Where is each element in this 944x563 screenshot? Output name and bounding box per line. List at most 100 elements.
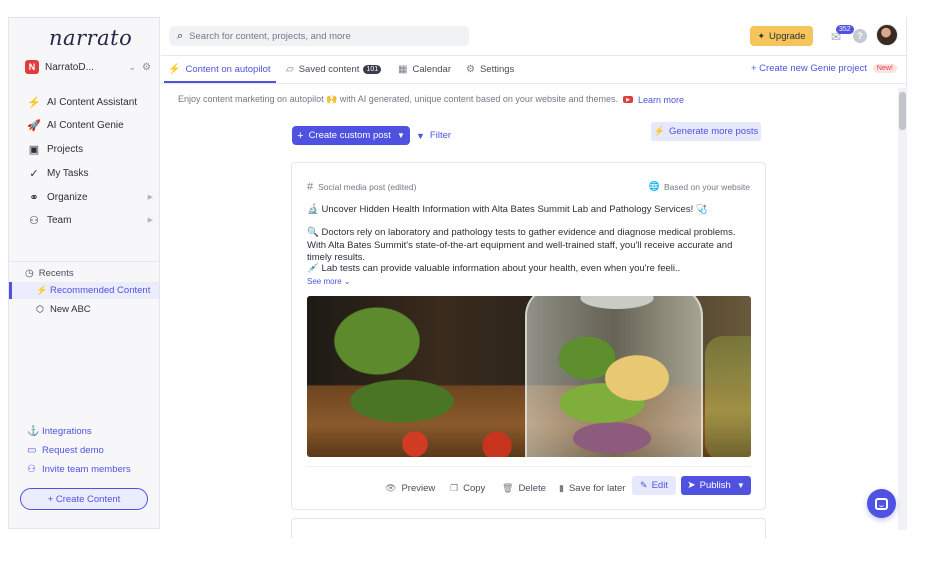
cube-icon: ⬡ bbox=[36, 304, 44, 314]
copy-button[interactable]: ❐ Copy bbox=[450, 480, 485, 496]
avatar[interactable] bbox=[876, 24, 898, 46]
sidebar-item-ai-content-genie[interactable]: 🚀 AI Content Genie bbox=[27, 118, 157, 132]
tab-calendar[interactable]: ▦ Calendar bbox=[398, 62, 451, 76]
folder-icon: ▱ bbox=[286, 63, 294, 75]
tabs-divider bbox=[161, 83, 907, 84]
bookmark-icon: ▮ bbox=[559, 482, 564, 493]
chevron-right-icon: ▶ bbox=[147, 217, 153, 224]
monitor-icon: ▭ bbox=[27, 445, 37, 456]
filter-button[interactable]: ▼ Filter bbox=[416, 130, 451, 141]
autopilot-tagline: Enjoy content marketing on autopilot 🙌 w… bbox=[178, 94, 684, 105]
create-content-button[interactable]: + Create Content bbox=[20, 488, 148, 510]
sidebar-item-ai-content-assistant[interactable]: ⚡ AI Content Assistant bbox=[27, 95, 157, 109]
scrollbar-thumb[interactable] bbox=[899, 92, 906, 130]
upgrade-label: Upgrade bbox=[769, 30, 806, 42]
header-divider bbox=[161, 55, 907, 56]
publish-label: Publish bbox=[699, 480, 731, 491]
post-line-1: 🔬 Uncover Hidden Health Information with… bbox=[307, 204, 708, 215]
upgrade-button[interactable]: ✦ Upgrade bbox=[750, 26, 813, 46]
invite-team-label: Invite team members bbox=[42, 464, 131, 475]
team-icon: ⚇ bbox=[29, 214, 39, 227]
chevron-down-icon: ▼ bbox=[736, 481, 745, 490]
workspace-name: NarratoD... bbox=[45, 61, 94, 73]
search-input[interactable] bbox=[189, 30, 450, 42]
sidebar-item-label: Organize bbox=[47, 191, 88, 203]
preview-button[interactable]: 👁 Preview bbox=[385, 480, 435, 496]
clock-icon: ◷ bbox=[25, 268, 34, 279]
post-source-label: Based on your website bbox=[664, 181, 750, 192]
oil-bottle-shape bbox=[705, 336, 751, 457]
sidebar-item-projects[interactable]: ▣ Projects bbox=[27, 142, 157, 156]
tab-label: Saved content bbox=[298, 63, 360, 75]
sidebar-item-organize[interactable]: ⚭ Organize ▶ bbox=[27, 190, 157, 204]
sidebar-item-label: AI Content Assistant bbox=[47, 96, 138, 108]
publish-button[interactable]: ➤ Publish ▼ bbox=[681, 476, 751, 495]
check-icon: ✓ bbox=[29, 167, 39, 180]
recents-title: Recents bbox=[38, 268, 74, 279]
anchor-icon: ⚓ bbox=[27, 426, 40, 437]
create-custom-post-button[interactable]: + Create custom post ▼ bbox=[292, 126, 410, 145]
recent-item-recommended-content[interactable]: ⚡ Recommended Content bbox=[9, 282, 159, 299]
integrations-link[interactable]: ⚓ Integrations bbox=[27, 426, 92, 437]
post-image[interactable] bbox=[307, 296, 751, 457]
invite-team-link[interactable]: ⚇ Invite team members bbox=[27, 464, 131, 475]
eye-icon: 👁 bbox=[385, 482, 397, 493]
tab-saved-content[interactable]: ▱ Saved content 101 bbox=[286, 62, 382, 76]
tab-label: Content on autopilot bbox=[185, 63, 271, 75]
create-genie-project-link[interactable]: + Create new Genie project New! bbox=[751, 63, 897, 74]
gear-icon: ⚙ bbox=[466, 63, 475, 75]
recent-item-label: New ABC bbox=[50, 304, 91, 315]
sidebar-item-my-tasks[interactable]: ✓ My Tasks bbox=[27, 166, 157, 180]
recent-item-label: Recommended Content bbox=[50, 285, 151, 296]
sidebar-item-label: My Tasks bbox=[47, 167, 89, 179]
workspace-switcher[interactable]: N NarratoD... ⌄ ⚙ bbox=[25, 59, 151, 75]
post-card: # Social media post (edited) 🌐 Based on … bbox=[291, 162, 766, 510]
sparkle-icon: ✦ bbox=[757, 30, 766, 41]
request-demo-link[interactable]: ▭ Request demo bbox=[27, 445, 104, 456]
notification-badge: 352 bbox=[836, 25, 854, 34]
learn-more-link[interactable]: Learn more bbox=[638, 95, 684, 105]
search-bar[interactable]: ⌕ bbox=[169, 26, 469, 46]
sidebar-item-team[interactable]: ⚇ Team ▶ bbox=[27, 213, 157, 227]
lightning-icon: ⚡ bbox=[27, 96, 41, 109]
generate-more-label: Generate more posts bbox=[668, 126, 759, 137]
help-icon[interactable]: ? bbox=[853, 29, 867, 43]
recent-item-new-abc[interactable]: ⬡ New ABC bbox=[9, 301, 159, 318]
next-post-card bbox=[291, 518, 766, 538]
scrollbar[interactable] bbox=[898, 88, 907, 530]
copy-label: Copy bbox=[463, 482, 486, 494]
generate-more-posts-button[interactable]: ⚡ Generate more posts bbox=[651, 122, 761, 141]
search-icon: ⌕ bbox=[177, 29, 184, 42]
trash-icon: 🗑 bbox=[502, 482, 514, 493]
gear-icon[interactable]: ⚙ bbox=[142, 62, 151, 73]
pencil-icon: ✎ bbox=[640, 480, 648, 490]
app-logo[interactable]: narrato bbox=[49, 26, 132, 50]
youtube-icon: ▶ bbox=[623, 96, 633, 103]
rocket-icon: 🚀 bbox=[27, 119, 41, 132]
tab-content-on-autopilot[interactable]: ⚡ Content on autopilot bbox=[168, 62, 271, 76]
delete-button[interactable]: 🗑 Delete bbox=[502, 480, 546, 496]
sidebar-item-label: Team bbox=[47, 214, 72, 226]
see-more-label: See more bbox=[307, 277, 342, 286]
chevron-right-icon: ▶ bbox=[147, 194, 153, 201]
preview-label: Preview bbox=[401, 482, 436, 494]
request-demo-label: Request demo bbox=[42, 445, 104, 456]
sidebar-item-label: Projects bbox=[47, 143, 84, 155]
lightning-icon: ⚡ bbox=[653, 126, 665, 136]
edit-button[interactable]: ✎ Edit bbox=[632, 476, 676, 495]
save-for-later-button[interactable]: ▮ Save for later bbox=[559, 480, 625, 496]
briefcase-icon: ▣ bbox=[28, 143, 40, 156]
card-divider bbox=[307, 466, 751, 467]
chat-icon bbox=[875, 497, 888, 510]
recents-header: ◷ Recents bbox=[25, 268, 74, 279]
filter-label: Filter bbox=[429, 130, 452, 141]
plus-icon: + bbox=[297, 129, 304, 142]
tab-settings[interactable]: ⚙ Settings bbox=[466, 62, 514, 76]
organize-icon: ⚭ bbox=[29, 191, 39, 204]
chat-support-button[interactable] bbox=[867, 489, 896, 518]
tagline-text: Enjoy content marketing on autopilot 🙌 w… bbox=[178, 94, 618, 104]
chevron-down-icon[interactable]: ⌄ bbox=[128, 62, 136, 73]
see-more-link[interactable]: See more ⌄ bbox=[307, 277, 351, 286]
chevron-down-icon: ▼ bbox=[396, 131, 405, 140]
post-type: # Social media post (edited) bbox=[307, 181, 416, 193]
